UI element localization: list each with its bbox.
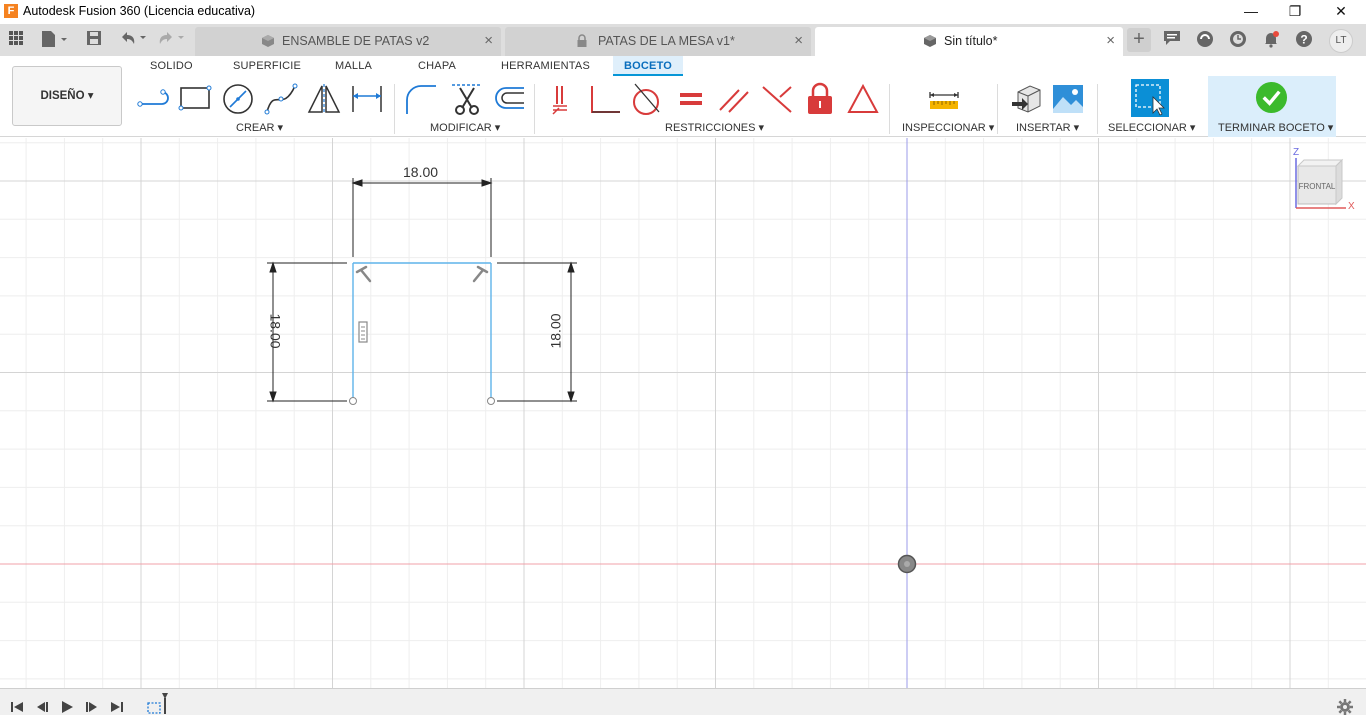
group-divider [997,84,998,134]
play-icon[interactable] [60,701,74,716]
offset-tool-icon[interactable] [492,82,526,116]
measure-ruler-icon[interactable] [927,82,961,116]
close-window-button[interactable]: ✕ [1318,0,1364,24]
tangent-constraint-icon[interactable] [629,82,663,116]
tab-boceto[interactable]: BOCETO [613,56,684,76]
triangle-constraint-icon[interactable] [846,82,880,116]
sketch-grid [0,138,1366,688]
undo-icon[interactable] [118,30,148,50]
dimension-right-value[interactable]: 18.00 [548,313,564,348]
trim-scissors-icon[interactable] [450,82,484,116]
inspeccionar-menu[interactable]: INSPECCIONAR ▾ [902,121,994,134]
tab-herramientas[interactable]: HERRAMIENTAS [501,60,590,72]
tab-close-icon[interactable]: × [484,32,493,49]
user-avatar[interactable]: LT [1329,29,1353,53]
group-divider [1097,84,1098,134]
window-title: Autodesk Fusion 360 (Licencia educativa) [23,4,256,18]
comments-icon[interactable] [1161,30,1183,52]
step-back-icon[interactable] [35,701,49,716]
crear-menu[interactable]: CREAR ▾ [236,121,283,134]
dimension-top-value[interactable]: 18.00 [403,164,438,180]
save-icon[interactable] [86,30,102,50]
help-icon[interactable]: ? [1293,30,1315,52]
restricciones-menu[interactable]: RESTRICCIONES ▾ [665,121,764,134]
sketch-endpoint[interactable] [487,397,495,405]
new-tab-plus-icon[interactable]: + [1127,28,1151,52]
select-window-icon[interactable] [1131,79,1169,117]
group-divider [534,84,535,134]
dimension-left-value[interactable]: 18.00 [268,313,284,348]
group-divider [889,84,890,134]
restore-button[interactable]: ❐ [1272,0,1318,24]
notifications-bell-icon[interactable] [1260,30,1282,52]
tab-label: PATAS DE LA MESA v1* [598,34,735,48]
redo-icon[interactable] [156,30,186,50]
workspace-switcher-button[interactable]: DISEÑO ▾ [12,66,122,126]
perpendicular-constraint-glyph[interactable] [472,265,489,283]
component-cube-icon [923,34,937,48]
tab-close-icon[interactable]: × [1106,32,1115,49]
job-status-icon[interactable] [1227,30,1249,52]
mirror-tool-icon[interactable] [307,82,341,116]
circle-tool-icon[interactable] [221,82,255,116]
tab-chapa[interactable]: CHAPA [418,60,456,72]
viewcube[interactable]: Z X FRONTAL [1290,147,1356,216]
tab-label: ENSAMBLE DE PATAS v2 [282,34,430,48]
tab-solido[interactable]: SOLIDO [150,60,193,72]
coincident-constraint-icon[interactable] [545,82,579,116]
extensions-icon[interactable] [1194,30,1216,52]
viewcube-axis-x: X [1348,201,1355,212]
viewcube-face-label[interactable]: FRONTAL [1298,182,1336,191]
line-tool-icon[interactable] [136,82,170,116]
equal-constraint-glyph[interactable] [358,321,368,343]
document-tab-bar: ENSAMBLE DE PATAS v2 × PATAS DE LA MESA … [0,24,1366,56]
perpendicular-constraint-glyph[interactable] [355,265,372,283]
insertar-menu[interactable]: INSERTAR ▾ [1016,121,1079,134]
perpendicular-constraint-icon[interactable] [588,82,622,116]
dimension-top[interactable] [351,178,493,257]
terminar-boceto-menu[interactable]: TERMINAR BOCETO ▾ [1218,121,1333,134]
tab-label: Sin título* [944,34,998,48]
minimize-button[interactable]: — [1228,0,1274,24]
tab-superficie[interactable]: SUPERFICIE [233,60,301,72]
tab-malla[interactable]: MALLA [335,60,372,72]
component-cube-icon [261,34,275,48]
fusion-logo-icon: F [4,4,18,18]
insert-derive-icon[interactable] [1010,82,1044,116]
finish-sketch-check-icon[interactable] [1255,81,1288,114]
tab-close-icon[interactable]: × [794,32,803,49]
go-to-end-icon[interactable] [110,701,124,716]
rectangle-tool-icon[interactable] [178,82,212,116]
lock-icon [575,34,589,48]
collinear-constraint-icon[interactable] [760,82,794,116]
viewcube-axis-z: Z [1293,147,1300,158]
tab-patas-de-la-mesa[interactable]: PATAS DE LA MESA v1* × [505,27,811,56]
parallel-constraint-icon[interactable] [717,82,751,116]
timeline-settings-gear-icon[interactable] [1337,699,1353,718]
fillet-tool-icon[interactable] [404,82,438,116]
tab-sin-titulo[interactable]: Sin título* × [815,27,1123,56]
dimension-right[interactable] [497,261,577,403]
svg-text:?: ? [1300,33,1307,47]
timeline-bar [0,688,1366,715]
file-menu-icon[interactable] [40,30,68,50]
sketch-viewport[interactable]: 18.00 18.00 18.00 [0,138,1366,688]
toolbar-ribbon: DISEÑO ▾ SOLIDO SUPERFICIE MALLA CHAPA H… [0,56,1366,137]
timeline-sketch-feature-icon[interactable] [146,693,168,718]
title-bar: F Autodesk Fusion 360 (Licencia educativ… [0,0,1366,24]
modificar-menu[interactable]: MODIFICAR ▾ [430,121,500,134]
sketch-dimension-tool-icon[interactable] [350,82,384,116]
app-grid-icon[interactable] [8,30,24,50]
spline-tool-icon[interactable] [264,82,298,116]
tab-ensamble-de-patas[interactable]: ENSAMBLE DE PATAS v2 × [195,27,501,56]
equal-constraint-icon[interactable] [674,82,708,116]
seleccionar-menu[interactable]: SELECCIONAR ▾ [1108,121,1195,134]
insert-canvas-image-icon[interactable] [1051,82,1085,116]
step-forward-icon[interactable] [85,701,99,716]
fix-lock-constraint-icon[interactable] [803,82,837,116]
sketch-endpoint[interactable] [349,397,357,405]
group-divider [394,84,395,134]
go-to-start-icon[interactable] [10,701,24,716]
